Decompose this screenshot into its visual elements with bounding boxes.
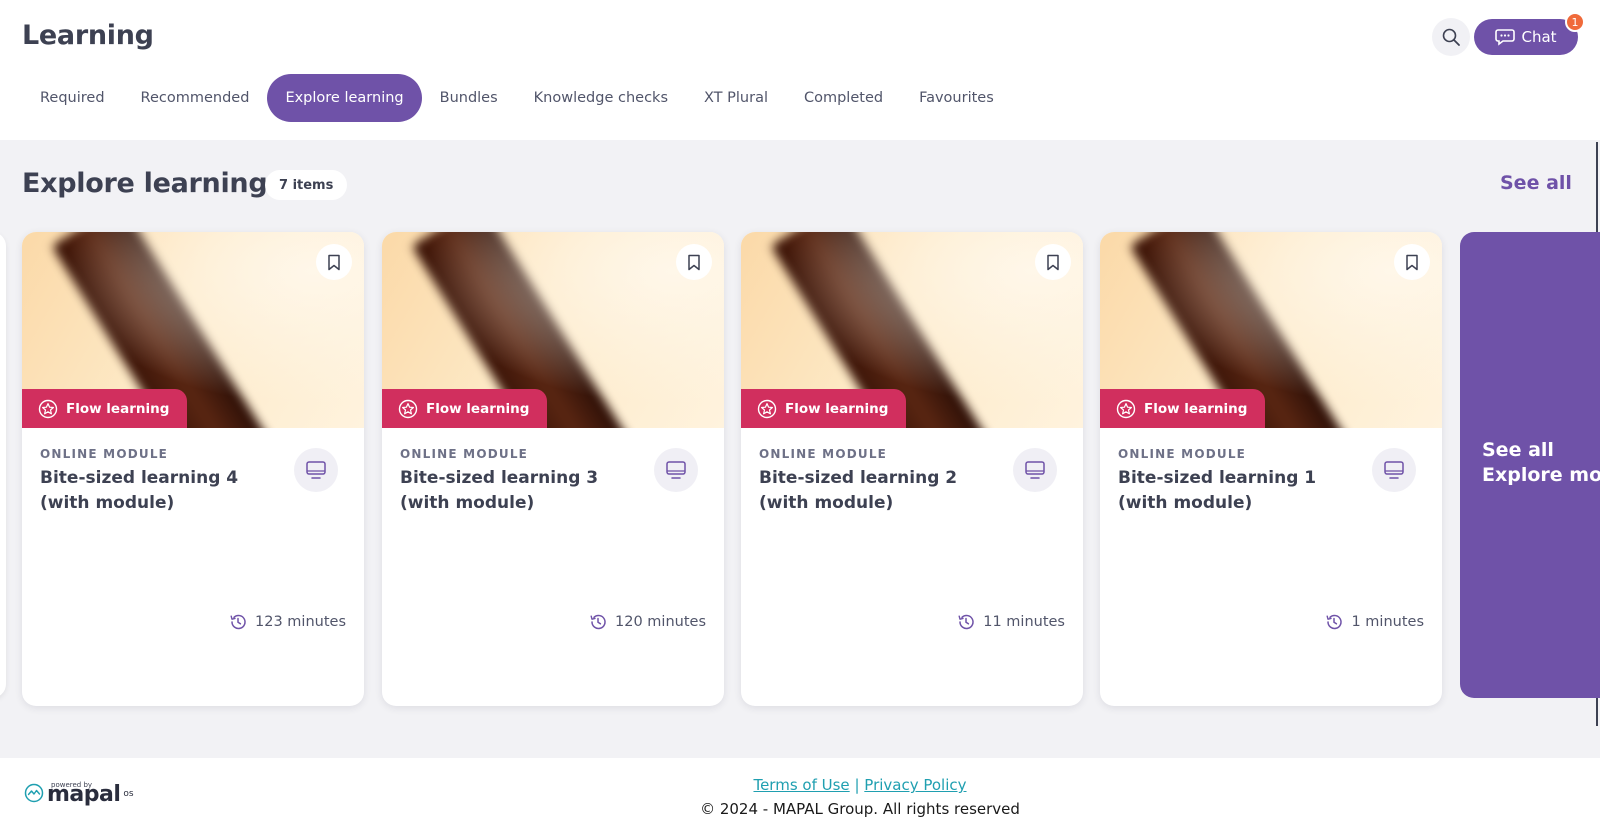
duration-label: 11 minutes (983, 614, 1065, 630)
tab-required[interactable]: Required (22, 74, 123, 122)
tab-recommended[interactable]: Recommended (123, 74, 268, 122)
tab-xt-plural[interactable]: XT Plural (686, 74, 786, 122)
footer-links: Terms of Use | Privacy Policy (0, 776, 1600, 794)
star-badge-icon (38, 399, 58, 418)
monitor-icon (666, 461, 686, 479)
card-type: ONLINE MODULE (759, 447, 888, 461)
see-all-card-label: See all Explore mo (1482, 438, 1600, 488)
tab-bundles[interactable]: Bundles (422, 74, 516, 122)
bookmark-icon (688, 254, 700, 270)
clock-history-icon (958, 614, 974, 630)
see-all-card-line2: Explore mo (1482, 464, 1600, 486)
duration-label: 1 minutes (1351, 614, 1424, 630)
search-button[interactable] (1432, 18, 1470, 56)
card-duration: 11 minutes (957, 613, 1065, 631)
search-icon (1442, 28, 1460, 46)
bookmark-icon (328, 254, 340, 270)
copyright-text: © 2024 - MAPAL Group. All rights reserve… (700, 800, 1020, 818)
page-footer: powered by mapal os Terms of Use | Priva… (0, 758, 1600, 832)
privacy-policy-link[interactable]: Privacy Policy (864, 776, 966, 794)
card-title: Bite-sized learning 2 (with module) (759, 468, 958, 513)
card-title: Bite-sized learning 4 (with module) (40, 468, 239, 513)
card-type: ONLINE MODULE (1118, 447, 1247, 461)
monitor-icon (306, 461, 326, 479)
page-title: Learning (22, 20, 154, 51)
item-count-badge: 7 items (265, 170, 348, 200)
tab-explore-learning[interactable]: Explore learning (267, 74, 422, 122)
chat-button[interactable]: Chat (1474, 19, 1578, 55)
chat-label: Chat (1521, 28, 1557, 46)
monitor-icon (1384, 461, 1404, 479)
bookmark-icon (1406, 254, 1418, 270)
learning-card[interactable]: Flow learning ONLINE MODULE Bite-sized l… (382, 232, 724, 706)
flow-badge-label: Flow learning (785, 400, 889, 417)
footer-separator: | (854, 776, 860, 794)
monitor-icon (1025, 461, 1045, 479)
duration-label: 120 minutes (615, 614, 706, 630)
clock-history-icon (230, 614, 246, 630)
module-type-indicator (1013, 448, 1057, 492)
bookmark-icon (1047, 254, 1059, 270)
bookmark-button[interactable] (1394, 244, 1430, 280)
see-all-card-line1: See all (1482, 439, 1554, 461)
bookmark-button[interactable] (676, 244, 712, 280)
card-duration: 120 minutes (589, 613, 706, 631)
chat-notification-badge: 1 (1565, 12, 1585, 32)
clock-history-icon (1326, 614, 1343, 630)
flow-learning-badge: Flow learning (741, 389, 907, 428)
star-badge-icon (1116, 399, 1136, 418)
module-type-indicator (654, 448, 698, 492)
card-duration: 1 minutes (1325, 613, 1424, 631)
module-type-indicator (1372, 448, 1416, 492)
flow-learning-badge: Flow learning (22, 389, 188, 428)
bookmark-button[interactable] (316, 244, 352, 280)
see-all-card[interactable]: See all Explore mo (1460, 232, 1600, 698)
card-title: Bite-sized learning 1 (with module) (1118, 468, 1317, 513)
card-title: Bite-sized learning 3 (with module) (400, 468, 599, 513)
flow-badge-label: Flow learning (66, 400, 170, 417)
flow-learning-badge: Flow learning (1100, 389, 1266, 428)
learning-card[interactable]: Flow learning ONLINE MODULE Bite-sized l… (22, 232, 364, 706)
bookmark-button[interactable] (1035, 244, 1071, 280)
star-badge-icon (398, 399, 418, 418)
tab-bar: Required Recommended Explore learning Bu… (22, 74, 1012, 122)
chat-bubble-icon (1495, 29, 1516, 46)
flow-learning-badge: Flow learning (382, 389, 548, 428)
star-badge-icon (757, 399, 777, 418)
card-duration: 123 minutes (229, 613, 346, 631)
page-header: Learning Chat 1 Required Recommended Exp… (0, 0, 1600, 140)
see-all-link[interactable]: See all (1500, 172, 1572, 194)
learning-card[interactable]: Flow learning ONLINE MODULE Bite-sized l… (741, 232, 1083, 706)
flow-badge-label: Flow learning (426, 400, 530, 417)
flow-badge-label: Flow learning (1144, 400, 1248, 417)
tab-completed[interactable]: Completed (786, 74, 901, 122)
clock-history-icon (590, 614, 606, 630)
module-type-indicator (294, 448, 338, 492)
section-title: Explore learning (22, 168, 268, 199)
previous-card-edge[interactable] (0, 232, 6, 698)
content-area: Explore learning 7 items See all Flow le… (0, 140, 1600, 758)
learning-card[interactable]: Flow learning ONLINE MODULE Bite-sized l… (1100, 232, 1442, 706)
terms-of-use-link[interactable]: Terms of Use (753, 776, 849, 794)
duration-label: 123 minutes (255, 614, 346, 630)
tab-favourites[interactable]: Favourites (901, 74, 1012, 122)
tab-knowledge-checks[interactable]: Knowledge checks (516, 74, 686, 122)
card-type: ONLINE MODULE (40, 447, 169, 461)
card-type: ONLINE MODULE (400, 447, 529, 461)
